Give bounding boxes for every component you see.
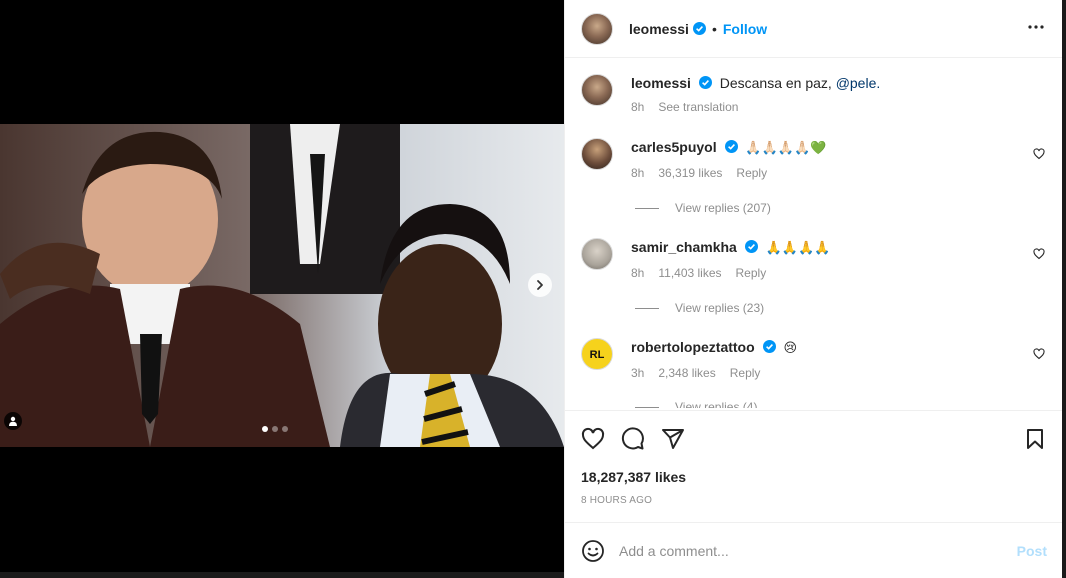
slide-dot-active xyxy=(262,426,268,432)
verified-badge-icon xyxy=(724,140,738,153)
comment-input[interactable] xyxy=(619,542,999,559)
comment-icon[interactable] xyxy=(621,427,645,451)
svg-text:RL: RL xyxy=(590,349,605,361)
verified-badge-icon xyxy=(762,340,776,353)
see-translation-button[interactable]: See translation xyxy=(658,100,738,114)
rl-logo-icon: RL xyxy=(590,349,605,361)
header-username[interactable]: leomessi xyxy=(629,21,689,37)
view-replies-button[interactable]: View replies (207) xyxy=(635,201,771,215)
comment-time[interactable]: 8h xyxy=(631,266,644,280)
comment-text: 🙏🙏🙏🙏 xyxy=(765,241,831,256)
caption: leomessi Descansa en paz, @pele. 8h See … xyxy=(581,74,880,114)
comment-likes[interactable]: 36,319 likes xyxy=(658,166,722,180)
divider-line xyxy=(635,207,659,209)
caption-text: Descansa en paz, xyxy=(719,75,832,91)
avatar[interactable] xyxy=(581,74,613,106)
follow-button[interactable]: Follow xyxy=(723,21,767,37)
comment-time[interactable]: 8h xyxy=(631,166,644,180)
more-options-icon xyxy=(1028,25,1044,29)
photo-illustration xyxy=(0,124,564,447)
reply-button[interactable]: Reply xyxy=(730,366,761,380)
separator-dot: • xyxy=(711,20,717,37)
comment-item: RL robertolopeztattoo 😢 3h 2,348 likes R… xyxy=(581,338,797,380)
comment-item: samir_chamkha 🙏🙏🙏🙏 8h 11,403 likes Reply xyxy=(581,238,830,280)
post-comment-button[interactable]: Post xyxy=(1017,543,1047,559)
view-replies-label: View replies (4) xyxy=(675,400,758,408)
tagged-users-button[interactable] xyxy=(4,412,22,430)
heart-icon[interactable] xyxy=(581,427,605,451)
post-photo[interactable] xyxy=(0,124,564,447)
comment-username[interactable]: carles5puyol xyxy=(631,139,717,155)
tagged-user-icon xyxy=(9,416,17,426)
save-button[interactable] xyxy=(1023,427,1047,456)
reply-button[interactable]: Reply xyxy=(736,266,767,280)
likes-count[interactable]: 18,287,387 likes xyxy=(581,469,686,485)
caption-username[interactable]: leomessi xyxy=(631,75,691,91)
comments-list[interactable]: leomessi Descansa en paz, @pele. 8h See … xyxy=(565,58,1063,408)
post-timestamp[interactable]: 8 HOURS AGO xyxy=(581,495,652,506)
comment-like-button[interactable] xyxy=(1033,347,1045,365)
slide-dot xyxy=(272,426,278,432)
divider-line xyxy=(635,307,659,309)
view-replies-label: View replies (207) xyxy=(675,201,771,215)
share-icon[interactable] xyxy=(661,427,685,451)
post-header: leomessi • Follow xyxy=(565,0,1063,58)
window-edge xyxy=(1062,0,1066,578)
caption-time[interactable]: 8h xyxy=(631,100,644,114)
avatar[interactable] xyxy=(581,12,613,45)
divider-line xyxy=(635,406,659,408)
view-replies-label: View replies (23) xyxy=(675,301,765,315)
next-slide-button[interactable] xyxy=(528,273,552,297)
emoji-icon[interactable] xyxy=(581,539,605,563)
view-replies-button[interactable]: View replies (4) xyxy=(635,400,757,408)
comment-username[interactable]: samir_chamkha xyxy=(631,239,737,255)
heart-icon xyxy=(1033,248,1045,260)
verified-badge-icon xyxy=(744,240,758,253)
feed-background-strip xyxy=(0,572,564,578)
add-comment-bar: Post xyxy=(565,522,1063,578)
comment-like-button[interactable] xyxy=(1033,147,1045,165)
comment-like-button[interactable] xyxy=(1033,247,1045,265)
next-arrow-icon xyxy=(537,280,543,290)
caption-mention-link[interactable]: @pele. xyxy=(836,75,881,91)
verified-badge-icon xyxy=(698,76,712,89)
avatar[interactable] xyxy=(581,138,613,170)
avatar[interactable] xyxy=(581,238,613,270)
slide-indicator xyxy=(262,426,288,432)
comment-likes[interactable]: 11,403 likes xyxy=(658,266,721,280)
post-actions: 18,287,387 likes 8 HOURS AGO xyxy=(565,410,1063,522)
post-media xyxy=(0,0,564,578)
verified-badge-icon xyxy=(692,22,706,35)
comment-text: 🙏🏻🙏🏻🙏🏻🙏🏻💚 xyxy=(745,141,827,156)
bookmark-icon xyxy=(1027,429,1043,449)
slide-dot xyxy=(282,426,288,432)
post-detail-panel: leomessi • Follow leomessi Descansa en p… xyxy=(564,0,1063,578)
comment-item: carles5puyol 🙏🏻🙏🏻🙏🏻🙏🏻💚 8h 36,319 likes R… xyxy=(581,138,826,180)
heart-icon xyxy=(1033,348,1045,360)
heart-icon xyxy=(1033,148,1045,160)
view-replies-button[interactable]: View replies (23) xyxy=(635,301,764,315)
more-options-button[interactable] xyxy=(1027,18,1045,41)
comment-username[interactable]: robertolopeztattoo xyxy=(631,339,755,355)
comment-likes[interactable]: 2,348 likes xyxy=(658,366,715,380)
comment-time[interactable]: 3h xyxy=(631,366,644,380)
comment-text: 😢 xyxy=(783,341,797,356)
reply-button[interactable]: Reply xyxy=(736,166,767,180)
avatar[interactable]: RL xyxy=(581,338,613,370)
